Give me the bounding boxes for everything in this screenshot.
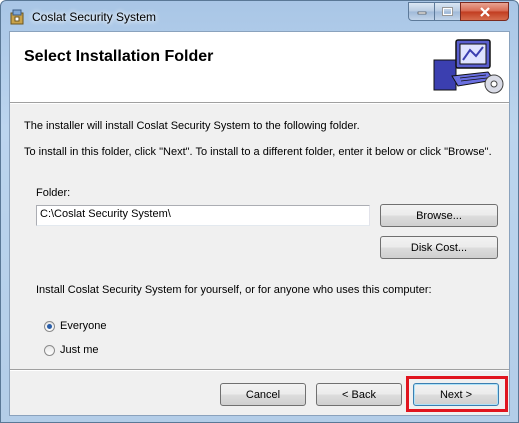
just-me-radio[interactable] [44, 345, 55, 356]
title-bar[interactable]: Coslat Security System [1, 1, 518, 31]
close-icon [479, 6, 490, 17]
dialog-content: Select Installation Folder The installer… [9, 31, 510, 416]
computer-with-disc-icon [433, 39, 504, 94]
folder-input[interactable]: C:\Coslat Security System\ [36, 205, 370, 226]
browse-button[interactable]: Browse... [380, 204, 498, 227]
minimize-button[interactable] [408, 2, 435, 21]
intro-text: The installer will install Coslat Securi… [24, 120, 360, 132]
disk-cost-button-label: Disk Cost... [410, 241, 468, 254]
maximize-button[interactable] [434, 2, 461, 21]
install-for-text: Install Coslat Security System for yours… [36, 284, 432, 296]
page-title: Select Installation Folder [24, 48, 214, 65]
installer-window: Coslat Security System Select Installati… [0, 0, 519, 423]
footer-divider [10, 369, 509, 371]
header-banner: Select Installation Folder [10, 32, 509, 103]
back-button-label: < Back [342, 388, 376, 401]
installer-icon [10, 9, 24, 25]
folder-label: Folder: [36, 187, 71, 199]
banner-divider [10, 103, 509, 104]
maximize-icon [442, 7, 453, 16]
back-button[interactable]: < Back [316, 383, 402, 406]
everyone-label[interactable]: Everyone [60, 320, 106, 332]
disk-cost-button[interactable]: Disk Cost... [380, 236, 498, 259]
just-me-label[interactable]: Just me [60, 344, 99, 356]
everyone-radio[interactable] [44, 321, 55, 332]
cancel-button-label: Cancel [245, 388, 281, 401]
browse-button-label: Browse... [416, 209, 462, 222]
close-button[interactable] [460, 2, 509, 21]
instructions-text: To install in this folder, click "Next".… [24, 146, 492, 158]
next-button-highlight [406, 376, 508, 412]
cancel-button[interactable]: Cancel [220, 383, 306, 406]
minimize-icon [417, 11, 426, 14]
window-title: Coslat Security System [32, 10, 157, 24]
